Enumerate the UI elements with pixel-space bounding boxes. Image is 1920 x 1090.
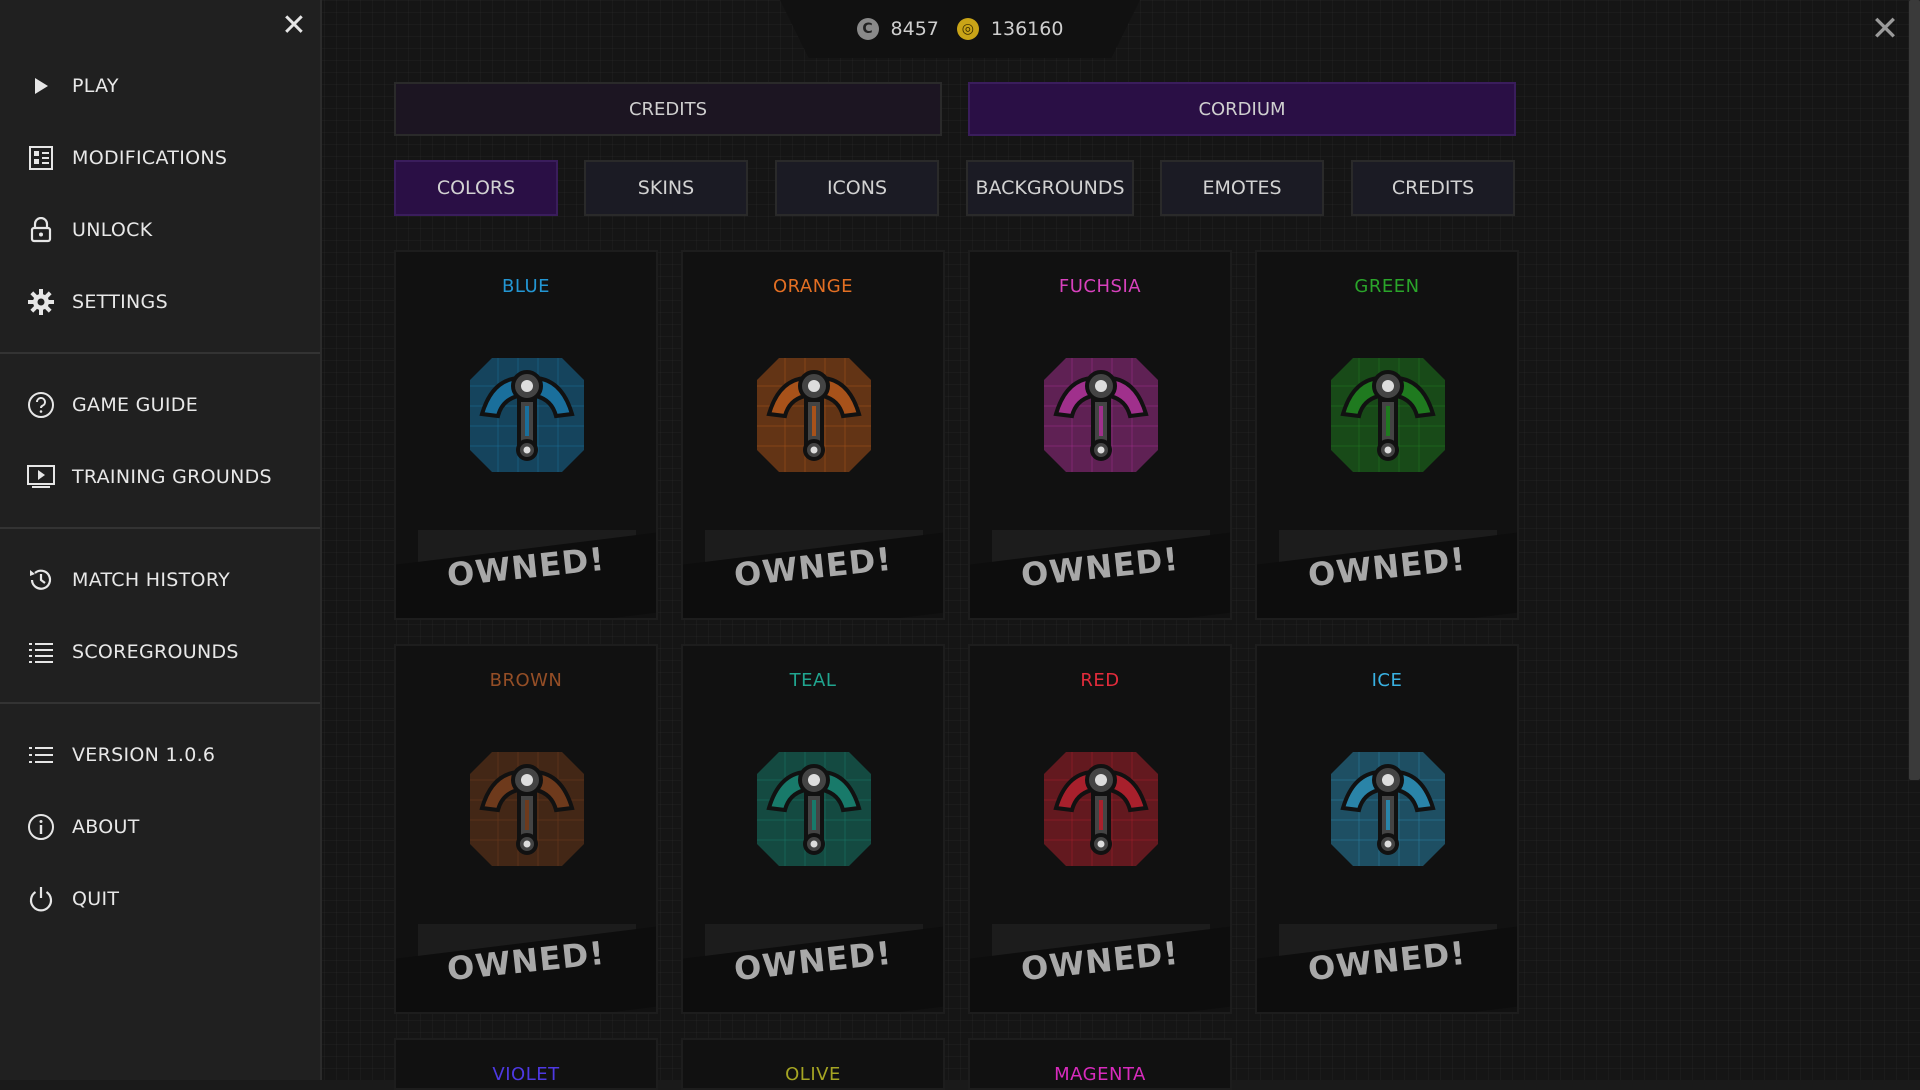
cordium-coin-icon: ◎	[956, 18, 979, 40]
sidebar-item-match-history[interactable]: MATCH HISTORY	[0, 544, 320, 616]
color-name: RED	[1080, 670, 1120, 691]
sidebar-item-scoregrounds[interactable]: SCOREGROUNDS	[0, 616, 320, 688]
nav-group-guide: GAME GUIDE TRAINING GROUNDS	[0, 369, 320, 513]
color-card-green[interactable]: GREEN OWNED!	[1255, 250, 1519, 620]
history-icon	[26, 565, 56, 595]
color-card-brown[interactable]: BROWN OWNED!	[394, 644, 658, 1014]
ship-preview-icon	[755, 356, 873, 474]
sidebar-item-training-grounds[interactable]: TRAINING GROUNDS	[0, 441, 320, 513]
credits-value: 8457	[890, 18, 939, 40]
color-name: GREEN	[1354, 276, 1420, 297]
training-icon	[26, 462, 56, 492]
color-name: MAGENTA	[1054, 1064, 1146, 1085]
ship-preview-icon	[755, 750, 873, 868]
list-icon	[26, 740, 56, 770]
sidebar-item-modifications[interactable]: MODIFICATIONS	[0, 122, 320, 194]
gear-icon	[26, 287, 56, 317]
sidebar-item-settings[interactable]: SETTINGS	[0, 266, 320, 338]
color-name: FUCHSIA	[1058, 276, 1142, 297]
color-name: BROWN	[489, 670, 563, 691]
ship-preview-icon	[1329, 750, 1447, 868]
tab-colors[interactable]: COLORS	[394, 160, 558, 216]
sidebar-item-label: QUIT	[72, 888, 120, 910]
tab-credits[interactable]: CREDITS	[394, 82, 942, 136]
credit-coin-icon: C	[856, 18, 879, 40]
ship-preview-icon	[468, 356, 586, 474]
nav-group-bottom: VERSION 1.0.6 ABOUT QUIT	[0, 719, 320, 935]
color-name: BLUE	[501, 276, 551, 297]
sidebar-item-label: ABOUT	[72, 816, 140, 838]
play-icon	[26, 71, 56, 101]
cordium-balance: ◎ 136160	[956, 18, 1064, 40]
color-card-magenta[interactable]: MAGENTA	[968, 1038, 1232, 1090]
close-window-icon[interactable]: ✕	[1870, 12, 1900, 46]
ship-preview-icon	[1042, 750, 1160, 868]
sidebar-divider	[0, 702, 320, 704]
tab-icons[interactable]: ICONS	[775, 160, 939, 216]
help-icon	[26, 390, 56, 420]
color-card-ice[interactable]: ICE OWNED!	[1255, 644, 1519, 1014]
lock-icon	[26, 215, 56, 245]
color-name: ORANGE	[772, 276, 854, 297]
sidebar-item-label: TRAINING GROUNDS	[72, 466, 272, 488]
tab-emotes[interactable]: EMOTES	[1160, 160, 1324, 216]
ship-preview-icon	[1042, 356, 1160, 474]
currency-bar: C 8457 ◎ 136160	[780, 0, 1140, 58]
nav-group-history: MATCH HISTORY SCOREGROUNDS	[0, 544, 320, 688]
credits-balance: C 8457	[856, 18, 939, 40]
nav-group-main: PLAY MODIFICATIONS UNLOCK SETTINGS	[0, 50, 320, 338]
close-menu-icon[interactable]: ✕	[280, 11, 308, 41]
sidebar-item-about[interactable]: ABOUT	[0, 791, 320, 863]
scrollbar[interactable]	[1909, 0, 1920, 780]
sidebar-menu: ✕ PLAY MODIFICATIONS UNLOCK SETTINGS GAM…	[0, 0, 322, 1080]
info-icon	[26, 812, 56, 842]
tab-backgrounds[interactable]: BACKGROUNDS	[966, 160, 1134, 216]
sidebar-divider	[0, 527, 320, 529]
sidebar-item-play[interactable]: PLAY	[0, 50, 320, 122]
color-card-red[interactable]: RED OWNED!	[968, 644, 1232, 1014]
sidebar-item-label: SETTINGS	[72, 291, 168, 313]
power-icon	[26, 884, 56, 914]
color-card-violet[interactable]: VIOLET	[394, 1038, 658, 1090]
sidebar-item-label: VERSION 1.0.6	[72, 744, 216, 766]
sidebar-item-version[interactable]: VERSION 1.0.6	[0, 719, 320, 791]
sidebar-divider	[0, 352, 320, 354]
tab-skins[interactable]: SKINS	[584, 160, 748, 216]
sidebar-item-label: MATCH HISTORY	[72, 569, 231, 591]
tab-credits-category[interactable]: CREDITS	[1351, 160, 1515, 216]
tab-cordium[interactable]: CORDIUM	[968, 82, 1516, 136]
sidebar-item-label: SCOREGROUNDS	[72, 641, 239, 663]
sidebar-item-game-guide[interactable]: GAME GUIDE	[0, 369, 320, 441]
sidebar-item-label: MODIFICATIONS	[72, 147, 228, 169]
color-card-teal[interactable]: TEAL OWNED!	[681, 644, 945, 1014]
color-card-fuchsia[interactable]: FUCHSIA OWNED!	[968, 250, 1232, 620]
color-name: OLIVE	[785, 1064, 841, 1085]
ship-preview-icon	[468, 750, 586, 868]
ship-preview-icon	[1329, 356, 1447, 474]
color-card-blue[interactable]: BLUE OWNED!	[394, 250, 658, 620]
color-card-olive[interactable]: OLIVE	[681, 1038, 945, 1090]
color-name: ICE	[1371, 670, 1403, 691]
sidebar-item-unlock[interactable]: UNLOCK	[0, 194, 320, 266]
color-name: VIOLET	[492, 1064, 560, 1085]
sidebar-item-label: UNLOCK	[72, 219, 153, 241]
cordium-value: 136160	[990, 18, 1064, 40]
color-name: TEAL	[789, 670, 837, 691]
sidebar-item-label: GAME GUIDE	[72, 394, 199, 416]
modifications-icon	[26, 143, 56, 173]
color-card-orange[interactable]: ORANGE OWNED!	[681, 250, 945, 620]
list-icon	[26, 637, 56, 667]
sidebar-item-quit[interactable]: QUIT	[0, 863, 320, 935]
sidebar-item-label: PLAY	[72, 75, 119, 97]
